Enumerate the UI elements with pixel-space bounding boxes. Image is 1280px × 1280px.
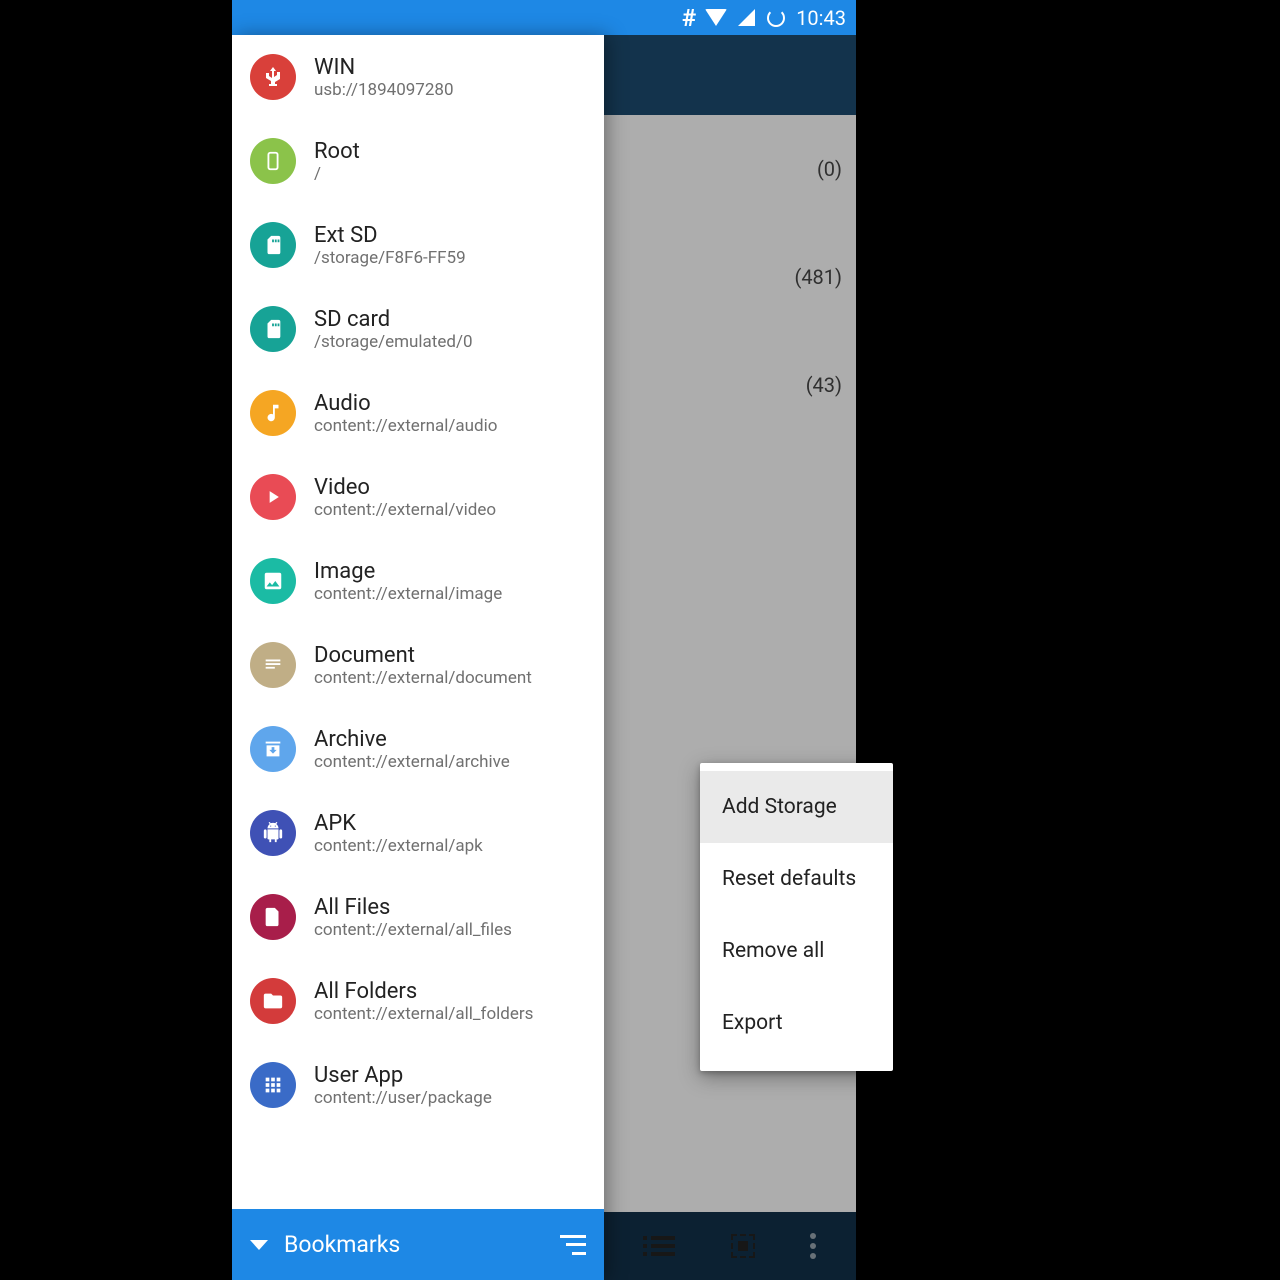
drawer-item-title: Root	[314, 139, 360, 164]
drawer-item-document[interactable]: Documentcontent://external/document	[232, 623, 604, 707]
drawer-item-title: Document	[314, 643, 532, 668]
doc-icon	[250, 642, 296, 688]
drawer-item-subtitle: content://external/video	[314, 500, 496, 520]
drawer-item-user-app[interactable]: User Appcontent://user/package	[232, 1043, 604, 1127]
drawer-bottom-bar[interactable]: Bookmarks	[232, 1209, 604, 1280]
drawer-item-title: Archive	[314, 727, 510, 752]
drawer-item-text: WINusb://1894097280	[314, 55, 454, 100]
drawer-item-video[interactable]: Videocontent://external/video	[232, 455, 604, 539]
drawer-item-apk[interactable]: APKcontent://external/apk	[232, 791, 604, 875]
drawer-item-subtitle: /storage/F8F6-FF59	[314, 248, 466, 268]
drawer-item-title: Ext SD	[314, 223, 466, 248]
file-icon	[250, 894, 296, 940]
drawer-item-title: Audio	[314, 391, 497, 416]
drawer-item-text: Audiocontent://external/audio	[314, 391, 497, 436]
usb-icon	[250, 54, 296, 100]
status-bar: # 10:43	[232, 0, 856, 35]
phone-icon	[250, 138, 296, 184]
drawer-item-text: Imagecontent://external/image	[314, 559, 502, 604]
drawer-item-root[interactable]: Root/	[232, 119, 604, 203]
menu-item-add-storage[interactable]: Add Storage	[700, 771, 893, 843]
drawer-item-archive[interactable]: Archivecontent://external/archive	[232, 707, 604, 791]
spinner-icon	[766, 8, 786, 28]
drawer-item-text: APKcontent://external/apk	[314, 811, 483, 856]
drawer-item-subtitle: content://external/archive	[314, 752, 510, 772]
hash-icon: #	[682, 4, 696, 32]
drawer-item-text: All Folderscontent://external/all_folder…	[314, 979, 533, 1024]
android-icon	[250, 810, 296, 856]
drawer-item-audio[interactable]: Audiocontent://external/audio	[232, 371, 604, 455]
drawer-item-subtitle: content://external/all_files	[314, 920, 512, 940]
archive-icon	[250, 726, 296, 772]
wifi-icon	[706, 8, 726, 28]
navigation-drawer: WINusb://1894097280Root/Ext SD/storage/F…	[232, 35, 604, 1280]
drawer-item-subtitle: content://external/document	[314, 668, 532, 688]
drawer-item-subtitle: /storage/emulated/0	[314, 332, 473, 352]
drawer-item-title: Image	[314, 559, 502, 584]
image-icon	[250, 558, 296, 604]
drawer-item-subtitle: content://external/image	[314, 584, 502, 604]
drawer-item-text: Archivecontent://external/archive	[314, 727, 510, 772]
drawer-item-subtitle: content://external/audio	[314, 416, 497, 436]
drawer-item-ext-sd[interactable]: Ext SD/storage/F8F6-FF59	[232, 203, 604, 287]
play-icon	[250, 474, 296, 520]
drawer-item-text: User Appcontent://user/package	[314, 1063, 492, 1108]
drawer-item-all-folders[interactable]: All Folderscontent://external/all_folder…	[232, 959, 604, 1043]
apps-icon	[250, 1062, 296, 1108]
drawer-list[interactable]: WINusb://1894097280Root/Ext SD/storage/F…	[232, 35, 604, 1209]
drawer-item-sd-card[interactable]: SD card/storage/emulated/0	[232, 287, 604, 371]
drawer-section-title: Bookmarks	[284, 1231, 544, 1258]
drawer-item-text: Documentcontent://external/document	[314, 643, 532, 688]
drawer-item-subtitle: usb://1894097280	[314, 80, 454, 100]
menu-item-reset-defaults[interactable]: Reset defaults	[700, 843, 893, 915]
sort-icon[interactable]	[560, 1235, 586, 1255]
drawer-item-text: SD card/storage/emulated/0	[314, 307, 473, 352]
drawer-item-subtitle: content://external/apk	[314, 836, 483, 856]
drawer-item-title: All Folders	[314, 979, 533, 1004]
drawer-item-text: Ext SD/storage/F8F6-FF59	[314, 223, 466, 268]
drawer-item-title: Video	[314, 475, 496, 500]
context-menu: Add StorageReset defaultsRemove allExpor…	[700, 763, 893, 1071]
dropdown-triangle-icon	[250, 1240, 268, 1250]
drawer-item-title: All Files	[314, 895, 512, 920]
drawer-item-image[interactable]: Imagecontent://external/image	[232, 539, 604, 623]
sd-icon	[250, 222, 296, 268]
drawer-item-subtitle: /	[314, 164, 360, 184]
phone-frame: # 10:43 (0) (481) (43) WINusb://18940972…	[232, 0, 856, 1280]
note-icon	[250, 390, 296, 436]
drawer-item-win[interactable]: WINusb://1894097280	[232, 35, 604, 119]
folder-icon	[250, 978, 296, 1024]
drawer-item-text: All Filescontent://external/all_files	[314, 895, 512, 940]
menu-item-export[interactable]: Export	[700, 987, 893, 1059]
sd-icon	[250, 306, 296, 352]
signal-icon	[736, 8, 756, 28]
menu-item-remove-all[interactable]: Remove all	[700, 915, 893, 987]
drawer-item-all-files[interactable]: All Filescontent://external/all_files	[232, 875, 604, 959]
drawer-item-text: Videocontent://external/video	[314, 475, 496, 520]
drawer-item-subtitle: content://user/package	[314, 1088, 492, 1108]
drawer-item-text: Root/	[314, 139, 360, 184]
drawer-item-title: APK	[314, 811, 483, 836]
drawer-item-title: User App	[314, 1063, 492, 1088]
status-clock: 10:43	[796, 6, 846, 30]
drawer-item-title: WIN	[314, 55, 454, 80]
drawer-item-subtitle: content://external/all_folders	[314, 1004, 533, 1024]
drawer-item-title: SD card	[314, 307, 473, 332]
